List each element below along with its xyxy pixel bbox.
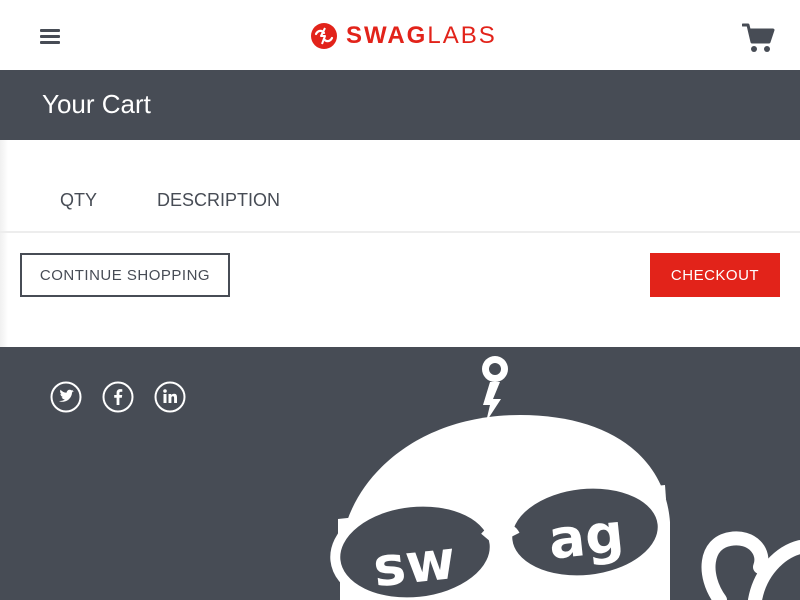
logo-text: SWAGLABS [346, 22, 497, 49]
continue-shopping-button[interactable]: CONTINUE SHOPPING [20, 253, 230, 297]
footer: sw ag [0, 347, 800, 600]
twitter-icon[interactable] [50, 381, 82, 413]
hamburger-menu-icon[interactable] [40, 28, 60, 46]
qty-column-label: QTY [60, 190, 98, 210]
cart-page: SWAGLABS Your Cart QTY DESCRIPTION CONTI… [0, 0, 800, 600]
cart-list-header: QTY DESCRIPTION [0, 180, 800, 220]
top-header: SWAGLABS [0, 0, 800, 70]
shopping-cart-icon[interactable] [741, 22, 776, 54]
swag-labs-logo: SWAGLABS [310, 21, 497, 51]
checkout-button[interactable]: CHECKOUT [650, 253, 780, 297]
facebook-icon[interactable] [102, 381, 134, 413]
description-column-label: DESCRIPTION [157, 190, 281, 210]
svg-text:sw: sw [370, 528, 458, 599]
secondary-header: Your Cart [0, 70, 800, 140]
swag-bot-mascot-illustration: sw ag [330, 356, 800, 600]
svg-text:ag: ag [545, 501, 626, 572]
swag-logo-mark-icon [311, 23, 337, 49]
cart-divider [0, 231, 800, 233]
page-title: Your Cart [42, 89, 151, 119]
linkedin-icon[interactable] [154, 381, 186, 413]
